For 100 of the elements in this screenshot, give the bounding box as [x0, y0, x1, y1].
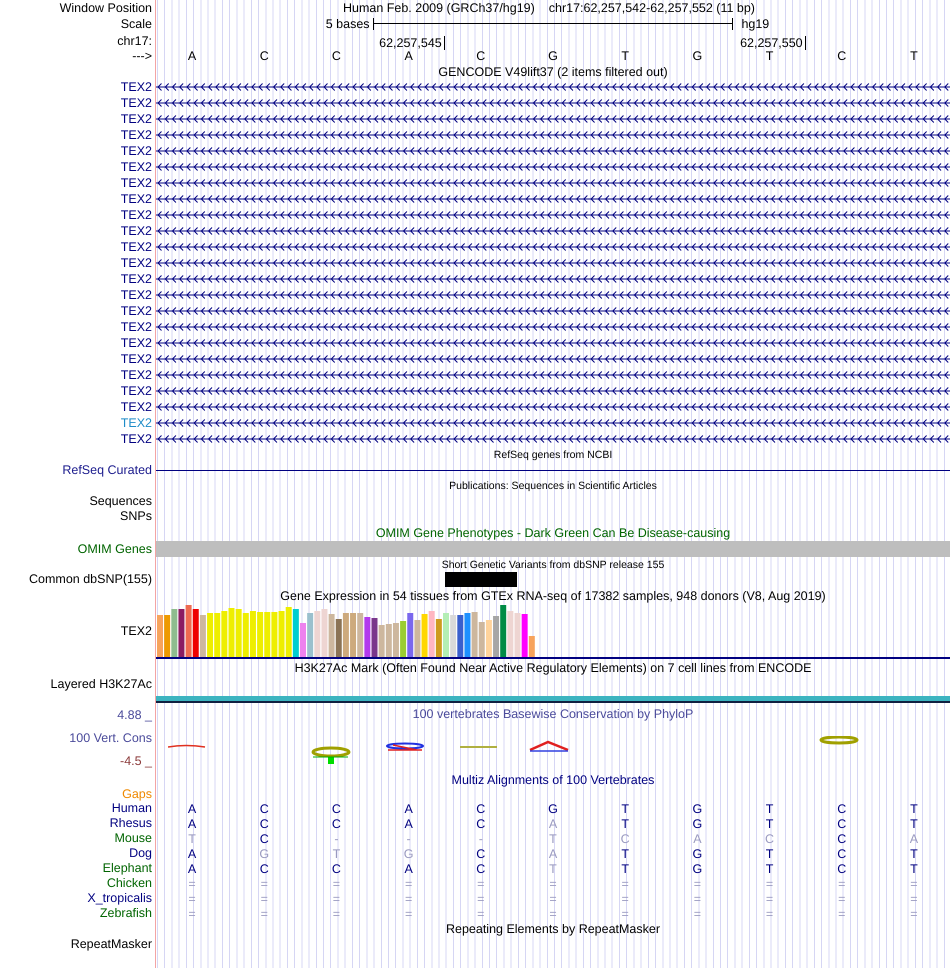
alignment-base: G [691, 816, 704, 830]
scale-text: 5 bases [326, 17, 371, 31]
track-label[interactable]: TEX2 [120, 160, 152, 174]
sequence-base: A [186, 49, 198, 63]
track-label[interactable]: TEX2 [120, 240, 152, 254]
track-label[interactable]: OMIM Genes [78, 542, 152, 556]
alignment-base: = [404, 876, 414, 890]
alignment-base: = [692, 906, 702, 920]
track-label[interactable]: SNPs [120, 509, 152, 524]
track-label[interactable]: TEX2 [120, 400, 152, 414]
track-label[interactable]: TEX2 [120, 192, 152, 206]
sequence-base: T [909, 49, 919, 63]
alignment-base: - [406, 832, 412, 846]
sequence-base: C [330, 49, 342, 63]
track-label[interactable]: RepeatMasker [70, 937, 152, 952]
coordinate-tick: 62,257,550 [740, 36, 806, 50]
alignment-base: = [909, 876, 919, 890]
alignment-base: T [620, 816, 630, 830]
track-label[interactable]: TEX2 [120, 224, 152, 238]
alignment-base: C [836, 832, 848, 846]
alignment-base: T [187, 832, 197, 846]
alignment-base: = [837, 892, 846, 906]
row-label: Window Position [60, 0, 152, 16]
track-label[interactable]: RefSeq Curated [62, 463, 152, 478]
alignment-base: C [330, 802, 342, 816]
track-label[interactable]: TEX2 [120, 416, 152, 430]
species-label: Rhesus [110, 816, 152, 831]
alignment-base: C [836, 802, 848, 816]
alignment-base: = [332, 876, 342, 890]
alignment-base: A [548, 816, 558, 830]
species-label: Zebrafish [100, 906, 152, 921]
track-label[interactable]: TEX2 [120, 384, 152, 398]
alignment-base: - [478, 832, 484, 846]
alignment-base: C [330, 862, 342, 876]
alignment-base: = [187, 876, 197, 890]
track-label[interactable]: 100 Vert. Cons [69, 731, 152, 746]
track-label[interactable]: TEX2 [120, 624, 152, 639]
alignment-base: = [260, 906, 269, 920]
strand-label: ---> [132, 48, 152, 64]
track-label[interactable]: TEX2 [120, 112, 152, 126]
alignment-base: = [620, 906, 630, 920]
row-label: chr17: [117, 34, 152, 48]
track-title: Repeating Elements by RepeatMasker [446, 922, 660, 936]
alignment-base: C [258, 802, 270, 816]
track-label[interactable]: TEX2 [120, 256, 152, 270]
sequence-base: C [475, 49, 486, 63]
sequence-base: C [836, 49, 848, 63]
track-title: Gene Expression in 54 tissues from GTEx RNA-seq of 17382 samples, 948 donors (V8, Aug 2019) [280, 588, 826, 602]
alignment-base: T [764, 816, 774, 830]
track-label[interactable]: TEX2 [120, 96, 152, 110]
track-label[interactable]: TEX2 [120, 352, 152, 366]
track-label[interactable]: TEX2 [120, 272, 152, 286]
sequence-base: C [258, 49, 270, 63]
track-title: Multiz Alignments of 100 Vertebrates [452, 772, 654, 786]
alignment-base: C [836, 846, 848, 860]
track-label[interactable]: TEX2 [120, 336, 152, 350]
track-label[interactable]: TEX2 [120, 304, 152, 318]
track-label[interactable]: TEX2 [120, 128, 152, 142]
track-label[interactable]: TEX2 [120, 80, 152, 94]
track-label[interactable]: TEX2 [120, 288, 152, 302]
alignment-base: A [186, 816, 198, 830]
track-label[interactable]: TEX2 [120, 320, 152, 334]
alignment-base: C [475, 802, 486, 816]
species-label: Chicken [106, 876, 152, 891]
alignment-base: T [620, 862, 630, 876]
track-label[interactable]: Layered H3K27Ac [50, 676, 152, 692]
alignment-base: T [909, 802, 919, 816]
alignment-base: = [909, 906, 919, 920]
track-label[interactable]: Common dbSNP(155) [29, 572, 152, 587]
alignment-base: - [333, 832, 340, 846]
alignment-base: C [475, 862, 486, 876]
track-label[interactable]: TEX2 [120, 368, 152, 382]
track-label[interactable]: TEX2 [120, 176, 152, 190]
alignment-base: T [909, 862, 919, 876]
alignment-base: G [691, 862, 704, 876]
axis-label: -4.5 _ [120, 754, 152, 769]
alignment-base: = [260, 876, 269, 890]
alignment-base: = [548, 906, 558, 920]
species-label: Dog [129, 846, 152, 861]
species-label: X_tropicalis [87, 891, 152, 906]
alignment-base: A [403, 816, 414, 830]
alignment-base: T [764, 862, 774, 876]
alignment-base: = [909, 892, 919, 906]
track-label[interactable]: Sequences [89, 494, 152, 509]
alignment-base: C [836, 862, 848, 876]
alignment-base: = [620, 876, 630, 890]
alignment-base: T [909, 846, 919, 860]
track-title: Short Genetic Variants from dbSNP release 155 [442, 558, 664, 570]
track-label[interactable]: TEX2 [120, 208, 152, 222]
alignment-base: T [332, 846, 342, 860]
alignment-base: = [837, 876, 846, 890]
alignment-base: G [691, 802, 704, 816]
sequence-base: G [547, 49, 559, 63]
alignment-base: G [691, 846, 704, 860]
alignment-base: G [258, 846, 270, 860]
assembly-label: hg19 [740, 17, 770, 31]
track-label[interactable]: TEX2 [120, 432, 152, 446]
alignment-base: T [909, 816, 919, 830]
track-label[interactable]: TEX2 [120, 144, 152, 158]
alignment-base: = [837, 906, 846, 920]
